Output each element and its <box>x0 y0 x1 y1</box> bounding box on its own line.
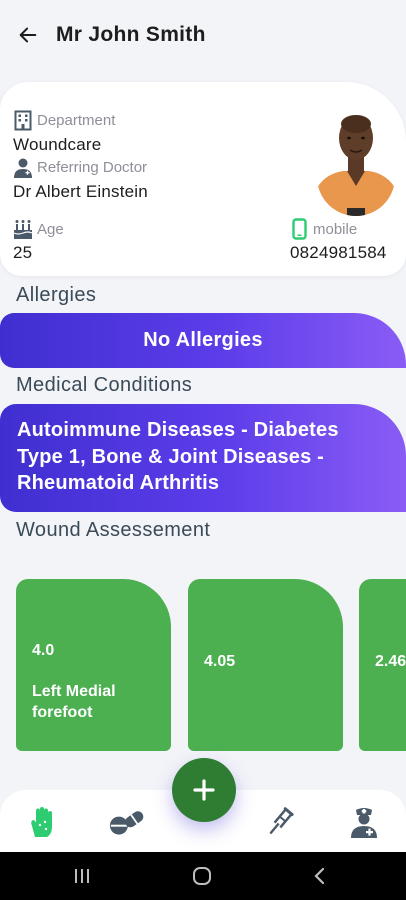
mobile-label-row: mobile <box>289 218 357 240</box>
allergies-heading: Allergies <box>16 284 97 306</box>
birthday-cake-icon <box>13 218 33 240</box>
app-bar: Mr John Smith <box>0 0 406 70</box>
system-back-button[interactable] <box>300 864 340 888</box>
wound-measurement: 2.46 <box>375 653 406 670</box>
mobile-phone-icon <box>289 218 309 240</box>
patient-profile-card: Department Woundcare Referring Doctor Dr… <box>0 82 406 276</box>
nav-item-medication[interactable] <box>109 804 145 840</box>
department-label-row: Department <box>13 109 115 131</box>
medical-conditions-banner: Autoimmune Diseases - Diabetes Type 1, B… <box>0 404 406 512</box>
add-button[interactable] <box>172 758 236 822</box>
doctor-icon <box>13 156 33 178</box>
wound-measurement: 4.05 <box>204 653 236 670</box>
plus-icon <box>193 779 215 801</box>
recent-apps-button[interactable] <box>62 864 102 888</box>
wound-card-list[interactable]: 4.0 Left Medial forefoot 4.05 2.46 <box>16 579 406 751</box>
wound-card[interactable]: 2.46 <box>359 579 406 751</box>
department-value: Woundcare <box>13 135 102 154</box>
building-icon <box>13 109 33 131</box>
wound-card[interactable]: 4.0 Left Medial forefoot <box>16 579 171 751</box>
mobile-value: 0824981584 <box>290 243 387 262</box>
wound-card[interactable]: 4.05 <box>188 579 343 751</box>
back-button[interactable] <box>16 23 40 47</box>
nurse-icon <box>351 808 377 838</box>
arrow-left-icon <box>19 27 37 43</box>
home-button[interactable] <box>182 864 222 888</box>
wound-assessment-heading: Wound Assessement <box>16 519 211 541</box>
system-navigation-bar <box>0 852 406 900</box>
age-label-row: Age <box>13 218 64 240</box>
doctor-label: Referring Doctor <box>37 158 148 176</box>
hand-icon <box>31 807 52 837</box>
medical-conditions-heading: Medical Conditions <box>16 374 193 396</box>
mobile-label: mobile <box>313 220 358 238</box>
department-label: Department <box>37 111 116 129</box>
doctor-value: Dr Albert Einstein <box>13 182 148 201</box>
age-label: Age <box>37 220 64 238</box>
pills-icon <box>109 811 144 835</box>
chevron-left-icon <box>314 867 325 885</box>
recent-apps-icon <box>75 869 89 883</box>
page-title: Mr John Smith <box>56 23 206 46</box>
allergies-banner: No Allergies <box>0 313 406 368</box>
nav-item-wounds[interactable] <box>24 804 60 840</box>
wound-measurement: 4.0 <box>32 642 55 659</box>
age-value: 25 <box>13 243 33 262</box>
home-icon <box>193 867 211 885</box>
doctor-label-row: Referring Doctor <box>13 156 147 178</box>
nav-item-staff[interactable] <box>346 804 382 840</box>
patient-avatar <box>317 102 395 216</box>
wound-location: Left Medial forefoot <box>32 683 116 721</box>
crutch-icon <box>269 807 294 835</box>
nav-item-mobility[interactable] <box>262 804 298 840</box>
